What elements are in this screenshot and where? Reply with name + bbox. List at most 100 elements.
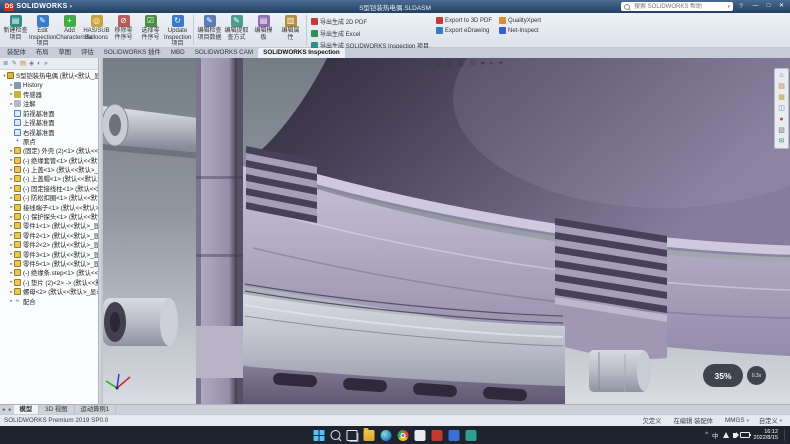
export-button[interactable]: 导出生成 2D PDF — [311, 17, 429, 26]
tree-item[interactable]: ▸ (-) 保护探头<1> (默认<<默认>_显示状态 — [0, 212, 98, 221]
show-desktop-button[interactable] — [784, 429, 787, 441]
solidworks-app-button[interactable] — [432, 430, 443, 441]
section-view-icon[interactable]: ◫ — [423, 58, 430, 69]
chrome-browser-button[interactable] — [398, 430, 409, 441]
search-button[interactable] — [331, 430, 341, 440]
status-item[interactable]: MMGS ▾ — [725, 417, 749, 424]
export-button[interactable]: QualityXpert — [499, 17, 541, 24]
ribbon-button[interactable]: ▤ 编辑模 板 — [250, 14, 277, 41]
tree-item[interactable]: ▸ 零件1<1> (默认<<默认>_显示状态 1>) — [0, 221, 98, 230]
tab-scroll-left-icon[interactable]: ◂ — [0, 405, 7, 414]
ribbon-button[interactable]: ▤ 新建检查 项目 — [2, 14, 29, 48]
dimxpertmanager-tab[interactable]: ◈ — [29, 58, 34, 69]
configurationmanager-tab[interactable]: ▤ — [20, 58, 26, 69]
clock[interactable]: 16:12 2022/8/15 — [754, 429, 778, 442]
task-view-button[interactable] — [347, 430, 358, 441]
tree-item[interactable]: ▸ 接线端子<1> (默认<<默认>_显示状态 — [0, 202, 98, 211]
ribbon-button[interactable]: ▥ 编辑属 性 — [277, 14, 304, 41]
file-explorer-button[interactable] — [364, 430, 375, 441]
help-button[interactable]: ? — [736, 3, 746, 10]
command-tab[interactable]: 装配体 — [2, 48, 31, 58]
network-icon[interactable] — [723, 432, 729, 438]
propertymanager-tab[interactable]: ✎ — [11, 58, 16, 69]
edge-browser-button[interactable] — [381, 430, 392, 441]
ribbon-button[interactable]: + Add Characteristic — [56, 14, 83, 48]
volume-icon[interactable] — [733, 433, 736, 438]
tree-item[interactable]: ▾ S型铠装热电偶 (默认<默认_显示状态-1>) — [0, 71, 98, 80]
model-lower-cylinder[interactable] — [103, 298, 178, 346]
command-tab[interactable]: SOLIDWORKS 插件 — [99, 48, 166, 58]
help-search-box[interactable]: ▾ — [621, 2, 733, 11]
tree-item[interactable]: ▸ 零件3<1> (默认<<默认>_显示状态 1>) — [0, 249, 98, 258]
featuremanager-tab[interactable]: ≣ — [3, 58, 8, 69]
tree-item[interactable]: ▸ (-) 上盖帽<1> (默认<<默认>_显示状态 — [0, 174, 98, 183]
ribbon-button[interactable]: ✎ 编辑检查 项目数据 — [196, 14, 223, 41]
tree-item[interactable]: 原点 — [0, 137, 98, 146]
tab-scroll-right-icon[interactable]: ▸ — [7, 405, 14, 414]
ribbon-button[interactable]: ☑ 选择零 件序号 — [137, 14, 164, 48]
document-tab[interactable]: 3D 视图 — [39, 405, 74, 414]
close-button[interactable]: ✕ — [775, 0, 788, 13]
tree-item[interactable]: ▸ 传感器 — [0, 90, 98, 99]
app-teal-button[interactable] — [466, 430, 477, 441]
custom-properties-icon[interactable]: ▧ — [778, 125, 785, 136]
tree-item[interactable]: ▸ 零件5<1> (默认<<默认>_显示状态 1>) — [0, 259, 98, 268]
command-tab[interactable]: 草图 — [53, 48, 76, 58]
tree-item[interactable]: 右视基准面 — [0, 127, 98, 136]
tree-item[interactable]: ▸ 螺母<2> (默认<<默认>_显示状态 1>) — [0, 287, 98, 296]
ribbon-button[interactable]: ⊘ 移除零 件序号 — [110, 14, 137, 48]
tree-item[interactable]: ▸ (固定) 外壳 (2)<1> (默认<<默认>_显示状态 — [0, 146, 98, 155]
design-library-icon[interactable]: ▤ — [778, 81, 785, 92]
tree-item[interactable]: ▸ 零件2<2> (默认<<默认>_显示状态 1>) — [0, 240, 98, 249]
search-input[interactable] — [632, 3, 725, 11]
document-tab[interactable]: 运动算例1 — [75, 405, 117, 414]
status-item[interactable]: 自定义 ▾ — [759, 416, 782, 425]
solidworks-logo[interactable]: DS SOLIDWORKS ▾ — [0, 3, 76, 11]
tree-item[interactable]: ▸ (-) 垫片 (2)<2> -> (默认<<默认>_显示状 — [0, 278, 98, 287]
tree-item[interactable]: ▸ (-) 绝缘套管<1> (默认<<默认>_显示状态 — [0, 156, 98, 165]
maximize-button[interactable]: □ — [762, 0, 775, 13]
ribbon-button[interactable]: ✎ Edit Inspection 项目 — [29, 14, 56, 48]
status-item[interactable]: 在编辑 装配体 — [673, 416, 715, 425]
tree-item[interactable]: ▸ (-) 防松扣圈<1> (默认<<默认>_显示状态 — [0, 193, 98, 202]
tray-expand-icon[interactable]: ^ — [705, 432, 708, 438]
command-tab[interactable]: SOLIDWORKS Inspection — [258, 48, 345, 58]
zoom-area-icon[interactable]: ⊞ — [401, 58, 407, 69]
forum-icon[interactable]: ✉ — [779, 136, 785, 147]
graphics-viewport[interactable]: ⊡ ⊞ ↺ ◫ ◪ ▣ ◧ ◎ ● ◐ ▾ — [103, 58, 790, 404]
ime-indicator[interactable]: 中 — [712, 430, 719, 440]
tree-item[interactable]: 上视基准面 — [0, 118, 98, 127]
app-white-button[interactable] — [415, 430, 426, 441]
ribbon-button[interactable]: ✎ 编辑提取 查方式 — [223, 14, 250, 41]
tree-item[interactable]: ▸ History — [0, 80, 98, 89]
command-tab[interactable]: 评估 — [76, 48, 99, 58]
ribbon-button[interactable]: ◎ HAS/SUB Balloons — [83, 14, 110, 48]
zoom-fit-icon[interactable]: ⊡ — [390, 58, 396, 69]
export-button[interactable]: 导出生成 Excel — [311, 29, 429, 38]
tree-item[interactable]: ▸ (-) 绝缘条.step<1> (默认<<默认>_显示状 — [0, 268, 98, 277]
tree-item[interactable]: ▸ (-) 上盖<1> (默认<<默认>_显示状态 — [0, 165, 98, 174]
minimize-button[interactable]: — — [749, 0, 762, 13]
export-button[interactable]: Net-Inspect — [499, 27, 541, 34]
display-style-icon[interactable]: ◧ — [458, 58, 465, 69]
edit-appearance-icon[interactable]: ● — [481, 58, 485, 69]
export-button[interactable]: Export to 3D PDF — [436, 17, 492, 24]
app-blue-button[interactable] — [449, 430, 460, 441]
view-palette-icon[interactable]: ◫ — [778, 103, 785, 114]
appearances-icon[interactable]: ● — [779, 114, 783, 125]
view-settings-icon[interactable]: ▾ — [499, 58, 503, 69]
document-tab[interactable]: 模型 — [14, 405, 40, 414]
tree-item[interactable]: 前视基准面 — [0, 109, 98, 118]
previous-view-icon[interactable]: ↺ — [412, 58, 418, 69]
command-tab[interactable]: 布局 — [31, 48, 54, 58]
tree-item[interactable]: ▸ (-) 固定接线柱<1> (默认<<默认>_显示状 — [0, 184, 98, 193]
battery-icon[interactable] — [740, 432, 750, 438]
model-3d-view[interactable] — [103, 58, 790, 404]
panel-expand-tab[interactable]: » — [44, 58, 48, 69]
command-tab[interactable]: MBD — [166, 48, 190, 58]
view-orientation-icon[interactable]: ▣ — [446, 58, 453, 69]
chevron-down-icon[interactable]: ▾ — [727, 4, 730, 10]
apply-scene-icon[interactable]: ◐ — [490, 58, 494, 69]
file-explorer-icon[interactable]: ▦ — [778, 92, 785, 103]
tree-item[interactable]: ▸ 配合 — [0, 296, 98, 305]
